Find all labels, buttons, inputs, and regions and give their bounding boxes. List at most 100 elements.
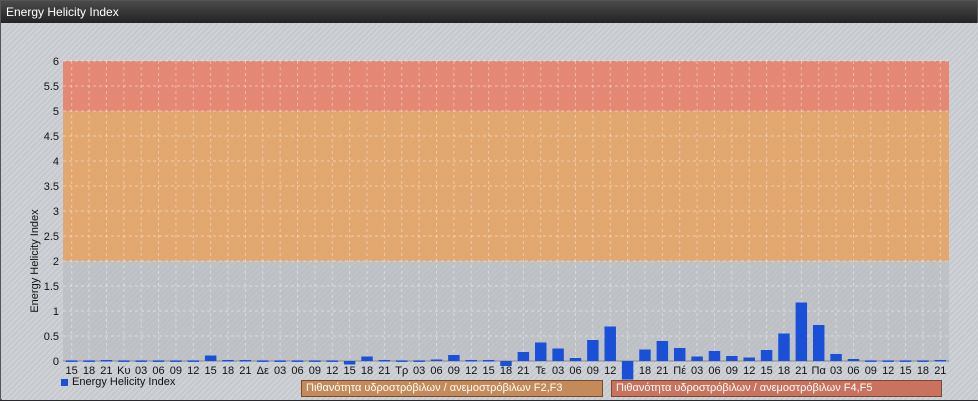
- x-tick-label: 21: [239, 365, 251, 377]
- bar: [691, 356, 703, 361]
- x-tick-label: 06: [708, 365, 720, 377]
- x-tick-label: 12: [465, 365, 477, 377]
- x-tick-label: 18: [361, 365, 373, 377]
- x-tick-label: 12: [326, 365, 338, 377]
- x-tick-label: Δε: [257, 365, 269, 377]
- bar: [482, 360, 495, 362]
- bar: [847, 359, 860, 361]
- x-tick-label: 03: [691, 365, 703, 377]
- bar: [361, 356, 373, 361]
- bar: [535, 342, 547, 361]
- x-tick-label: 06: [847, 365, 859, 377]
- bar: [934, 360, 947, 362]
- x-tick-label: 09: [587, 365, 599, 377]
- bar: [500, 361, 512, 366]
- y-tick-label: 3.5: [44, 181, 59, 193]
- y-tick-label: 2: [53, 256, 59, 268]
- x-tick-label: 09: [448, 365, 460, 377]
- y-tick-label: 5: [53, 106, 59, 118]
- x-tick-label: 09: [726, 365, 738, 377]
- bar: [378, 360, 391, 362]
- y-tick-label: 0.5: [44, 331, 59, 343]
- bar: [708, 351, 721, 361]
- legend-label: Energy Helicity Index: [72, 376, 176, 388]
- bar: [170, 360, 182, 362]
- bar: [795, 302, 808, 361]
- bar: [899, 360, 912, 362]
- bar: [465, 360, 477, 362]
- x-tick-label: 21: [378, 365, 390, 377]
- x-tick-label: 06: [430, 365, 442, 377]
- bar: [552, 348, 564, 361]
- band-label-f2-f3: Πιθανότητα υδροστρόβιλων / ανεμοστρόβιλω…: [301, 380, 603, 397]
- bar: [517, 352, 530, 361]
- bar: [656, 341, 669, 361]
- bar: [204, 355, 217, 361]
- bar: [257, 360, 269, 362]
- y-tick-label: 5.5: [44, 81, 59, 93]
- y-tick-label: 4: [53, 156, 59, 168]
- x-tick-label: 12: [187, 365, 199, 377]
- legend-swatch: [61, 378, 68, 386]
- x-tick-label: 15: [899, 365, 911, 377]
- bar: [830, 354, 842, 361]
- y-tick-label: 0: [53, 356, 59, 368]
- bar: [882, 360, 894, 362]
- bar: [448, 355, 460, 361]
- bar: [309, 360, 321, 362]
- bar: [778, 333, 790, 361]
- bar: [187, 360, 200, 362]
- legend: Energy Helicity Index: [61, 376, 175, 388]
- y-tick-label: 1.5: [44, 281, 59, 293]
- x-tick-label: 18: [778, 365, 790, 377]
- band-label-f4-f5: Πιθανότητα υδροστρόβιλων / ανεμοστρόβιλω…: [611, 380, 942, 397]
- bar: [135, 360, 147, 362]
- bar: [83, 360, 95, 362]
- x-tick-label: 06: [291, 365, 303, 377]
- bar: [65, 360, 78, 362]
- x-tick-label: 18: [639, 365, 651, 377]
- x-tick-label: 12: [882, 365, 894, 377]
- bar: [118, 360, 130, 362]
- bar: [396, 360, 408, 362]
- y-axis-title: Energy Helicity Index: [29, 209, 41, 313]
- bar: [222, 360, 234, 362]
- bar: [621, 361, 634, 380]
- bar: [569, 358, 582, 361]
- bar: [587, 340, 599, 361]
- bar: [865, 360, 877, 362]
- x-tick-label: 15: [760, 365, 772, 377]
- x-tick-label: 15: [205, 365, 217, 377]
- y-tick-label: 6: [53, 56, 59, 68]
- x-tick-label: 03: [413, 365, 425, 377]
- bar: [291, 360, 304, 362]
- x-tick-label: Πέ: [673, 365, 686, 377]
- bar: [430, 359, 443, 361]
- bar: [152, 360, 165, 362]
- bar: [760, 350, 773, 361]
- bar: [812, 325, 825, 361]
- bar: [673, 348, 686, 361]
- bar: [326, 360, 339, 362]
- x-tick-label: 21: [934, 365, 946, 377]
- y-tick-label: 2.5: [44, 231, 59, 243]
- y-tick-label: 4.5: [44, 131, 59, 143]
- x-tick-label: 18: [917, 365, 929, 377]
- bar: [743, 357, 755, 361]
- x-tick-label: Τρ: [395, 365, 408, 377]
- bar: [274, 360, 286, 362]
- x-tick-label: 09: [865, 365, 877, 377]
- bar: [639, 349, 651, 361]
- bar: [726, 356, 738, 361]
- x-tick-label: 21: [656, 365, 668, 377]
- x-tick-label: 03: [274, 365, 286, 377]
- y-tick-label: 1: [53, 306, 59, 318]
- bar: [239, 360, 252, 362]
- x-tick-label: 21: [517, 365, 529, 377]
- ehi-chart: 0 0.5 1 1.5 2 2.5 3 3.5 4 4.5 5 5.5 6 Energy Helicity…: [29, 56, 949, 380]
- x-tick-label: 18: [500, 365, 512, 377]
- bar: [604, 326, 616, 361]
- chart-window: Energy Helicity Index 0 0.5 1 1.5 2 2.5 3 3.5 4 4…: [0, 0, 978, 400]
- x-tick-label: 18: [222, 365, 234, 377]
- x-tick-label: 03: [830, 365, 842, 377]
